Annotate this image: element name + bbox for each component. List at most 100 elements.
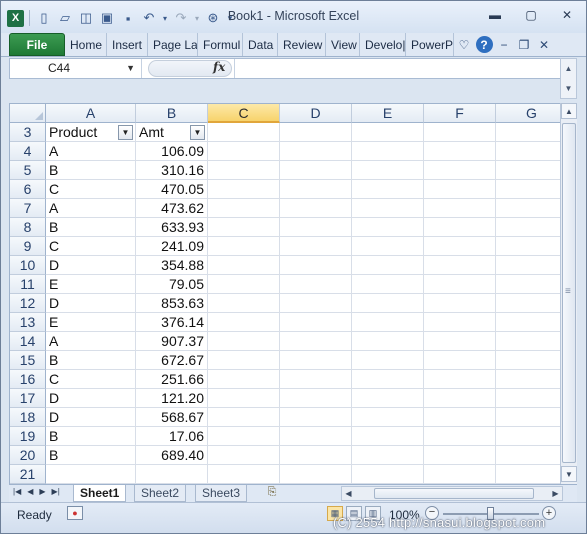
cell[interactable] [496,408,560,427]
cell[interactable] [280,199,352,218]
column-header-g[interactable]: G [496,104,560,123]
restore-icon[interactable]: ▢ [522,7,540,23]
cell-amt[interactable]: 568.67 [136,408,208,427]
cell-product[interactable]: E [46,313,136,332]
cell[interactable] [280,427,352,446]
cell-amt[interactable]: 251.66 [136,370,208,389]
tab-review[interactable]: Review [278,33,326,56]
row-header[interactable]: 5 [10,161,46,180]
cell-amt[interactable]: 907.37 [136,332,208,351]
cell-amt[interactable]: 241.09 [136,237,208,256]
cell[interactable] [496,446,560,465]
cell[interactable] [424,161,496,180]
cell[interactable] [496,237,560,256]
cell[interactable] [424,275,496,294]
cell[interactable] [424,237,496,256]
cell[interactable] [424,351,496,370]
tab-powerpivot[interactable]: PowerP [406,33,454,56]
tab-formulas[interactable]: Formul [198,33,243,56]
column-header-a[interactable]: A [46,104,136,123]
close-icon[interactable]: ✕ [558,7,576,23]
horizontal-scrollbar[interactable]: ◀ ▶ [341,486,563,501]
scroll-right-icon[interactable]: ▶ [549,487,562,500]
row-header[interactable]: 17 [10,389,46,408]
cell[interactable] [208,199,280,218]
row-header[interactable]: 3 [10,123,46,142]
cell-amt[interactable]: 106.09 [136,142,208,161]
cell[interactable] [496,180,560,199]
row-header[interactable]: 15 [10,351,46,370]
cell[interactable] [496,218,560,237]
cell[interactable] [496,313,560,332]
next-sheet-icon[interactable]: ▶ [39,487,45,496]
cell[interactable] [208,256,280,275]
cell[interactable] [280,446,352,465]
row-header[interactable]: 21 [10,465,46,484]
cell[interactable] [208,313,280,332]
column-header-f[interactable]: F [424,104,496,123]
cell[interactable] [352,351,424,370]
cell[interactable] [352,465,424,484]
tab-insert[interactable]: Insert [107,33,148,56]
cell-product-header[interactable]: Product ▼ [46,123,136,142]
cell[interactable] [352,142,424,161]
column-header-b[interactable]: B [136,104,208,123]
workbook-minimize-icon[interactable]: − [494,33,514,56]
cell[interactable] [208,294,280,313]
workbook-close-icon[interactable]: ✕ [534,33,554,56]
minimize-icon[interactable]: ▬ [486,7,504,23]
cell[interactable] [208,446,280,465]
cell[interactable] [424,142,496,161]
cell[interactable] [496,294,560,313]
cell[interactable] [496,332,560,351]
insert-function-icon[interactable]: fx [213,60,225,74]
cell[interactable] [424,446,496,465]
cell[interactable] [352,199,424,218]
cell-product[interactable]: D [46,294,136,313]
cell[interactable] [352,408,424,427]
cell-amt[interactable]: 79.05 [136,275,208,294]
row-header[interactable]: 6 [10,180,46,199]
cell[interactable] [424,389,496,408]
formula-input[interactable] [234,59,576,78]
first-sheet-icon[interactable]: |◀ [13,487,21,496]
cell[interactable] [280,465,352,484]
cell[interactable] [496,275,560,294]
cell[interactable] [424,180,496,199]
cell-amt[interactable] [136,465,208,484]
cell-amt[interactable]: 354.88 [136,256,208,275]
cell[interactable] [424,427,496,446]
row-header[interactable]: 13 [10,313,46,332]
tab-developer[interactable]: Develo| [360,33,406,56]
cell[interactable] [280,218,352,237]
row-header[interactable]: 8 [10,218,46,237]
filter-dropdown-icon[interactable]: ▼ [118,125,133,140]
cell-amt[interactable]: 473.62 [136,199,208,218]
cell[interactable] [208,180,280,199]
cell[interactable] [424,332,496,351]
cell[interactable] [280,370,352,389]
cell[interactable] [280,256,352,275]
cell[interactable] [280,237,352,256]
cell[interactable] [496,465,560,484]
cell-product[interactable]: C [46,180,136,199]
cell-product[interactable]: D [46,408,136,427]
column-header-e[interactable]: E [352,104,424,123]
cell[interactable] [208,351,280,370]
cell[interactable] [280,351,352,370]
row-header[interactable]: 20 [10,446,46,465]
cell[interactable] [352,218,424,237]
cell[interactable] [352,427,424,446]
cell[interactable] [424,370,496,389]
help-icon[interactable]: ? [475,36,493,53]
column-header-c[interactable]: C [208,104,280,123]
vertical-scrollbar[interactable]: ▲ ▼ [560,103,577,484]
cell[interactable] [424,294,496,313]
cell[interactable] [208,427,280,446]
row-header[interactable]: 18 [10,408,46,427]
cell[interactable] [352,332,424,351]
filter-dropdown-icon[interactable]: ▼ [190,125,205,140]
scroll-up-icon[interactable]: ▲ [561,103,577,119]
cell[interactable] [424,408,496,427]
cell[interactable] [208,408,280,427]
